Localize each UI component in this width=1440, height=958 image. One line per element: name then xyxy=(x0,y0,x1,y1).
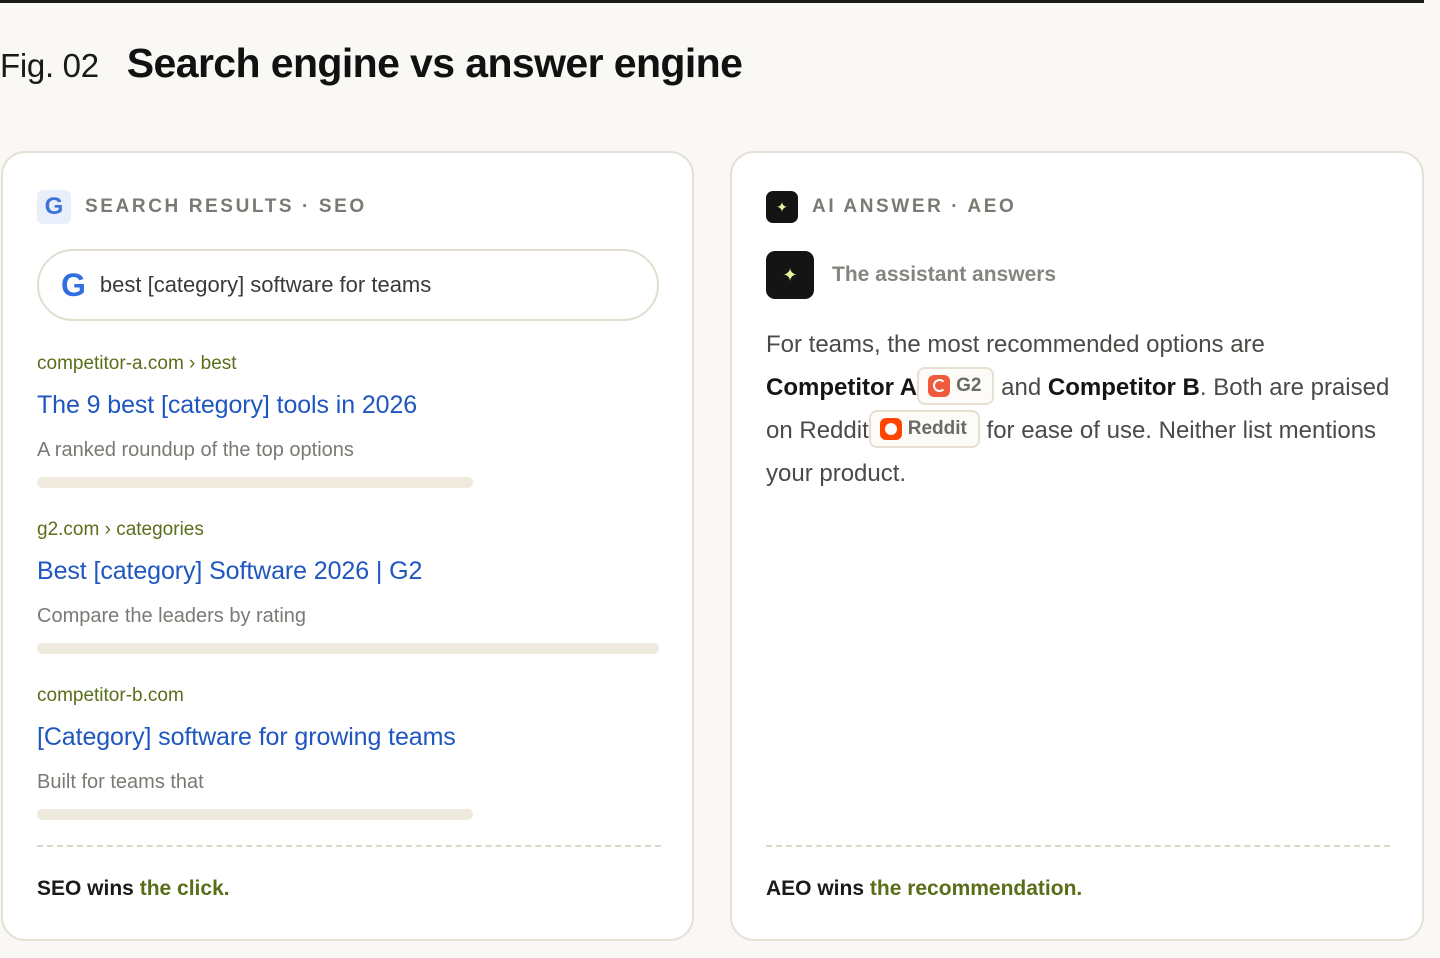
sparkle-icon: ✦ xyxy=(766,191,798,223)
divider xyxy=(37,845,661,847)
search-input[interactable]: G best [category] software for teams xyxy=(37,249,659,321)
result-snippet-placeholder xyxy=(37,477,473,488)
aeo-eyebrow: AI ANSWER · AEO xyxy=(812,196,1017,217)
verdict-accent: the recommendation. xyxy=(869,877,1083,900)
assistant-header: ✦ The assistant answers xyxy=(766,251,1056,299)
result-url: competitor-b.com xyxy=(37,685,184,706)
figure-label: Fig. 02 xyxy=(0,47,99,84)
aeo-card-header: ✦ AI ANSWER · AEO xyxy=(766,191,1016,223)
result-title-link[interactable]: Best [category] Software 2026 | G2 xyxy=(37,557,422,586)
result-title-link[interactable]: The 9 best [category] tools in 2026 xyxy=(37,391,417,420)
search-result: g2.com › categories Best [category] Soft… xyxy=(37,519,661,654)
ai-answer-text: For teams, the most recommended options … xyxy=(766,331,1390,487)
assistant-label: The assistant answers xyxy=(832,263,1057,286)
google-g-icon: G xyxy=(37,190,71,224)
top-rule xyxy=(0,0,1424,3)
result-description: A ranked roundup of the top options xyxy=(37,439,354,461)
google-g-icon: G xyxy=(61,267,86,303)
figure-title: Search engine vs answer engine xyxy=(126,40,743,86)
g2-citation-chip[interactable]: G2 xyxy=(917,366,995,405)
reddit-citation-chip[interactable]: Reddit xyxy=(868,409,980,448)
result-description: Compare the leaders by rating xyxy=(37,605,307,627)
seo-card: G SEARCH RESULTS · SEO G best [category]… xyxy=(1,151,694,941)
verdict-lead: SEO wins xyxy=(37,877,134,900)
result-snippet-placeholder xyxy=(37,643,659,654)
figure-header: Fig. 02 Search engine vs answer engine xyxy=(0,40,743,96)
seo-card-header: G SEARCH RESULTS · SEO xyxy=(37,190,367,224)
result-description: Built for teams that xyxy=(37,771,204,793)
divider xyxy=(766,845,1390,847)
competitor-a-name: Competitor A xyxy=(766,374,918,401)
g2-logo-icon xyxy=(928,374,951,397)
assistant-avatar-sparkle-icon: ✦ xyxy=(766,251,814,299)
search-result: competitor-a.com › best The 9 best [cate… xyxy=(37,353,661,488)
competitor-b-name: Competitor B xyxy=(1047,374,1200,401)
result-snippet-placeholder xyxy=(37,809,473,820)
search-query: best [category] software for teams xyxy=(99,272,432,297)
verdict-lead: AEO wins xyxy=(766,877,865,900)
reddit-logo-icon xyxy=(879,417,902,440)
result-url: competitor-a.com › best xyxy=(37,353,237,374)
seo-verdict: SEO wins the click. xyxy=(37,877,230,901)
search-result: competitor-b.com [Category] software for… xyxy=(37,685,661,820)
verdict-accent: the click. xyxy=(139,877,230,900)
result-url: g2.com › categories xyxy=(37,519,204,540)
aeo-card: ✦ AI ANSWER · AEO ✦ The assistant answer… xyxy=(730,151,1424,941)
aeo-verdict: AEO wins the recommendation. xyxy=(766,877,1082,901)
result-title-link[interactable]: [Category] software for growing teams xyxy=(37,723,456,752)
seo-eyebrow: SEARCH RESULTS · SEO xyxy=(85,196,367,217)
